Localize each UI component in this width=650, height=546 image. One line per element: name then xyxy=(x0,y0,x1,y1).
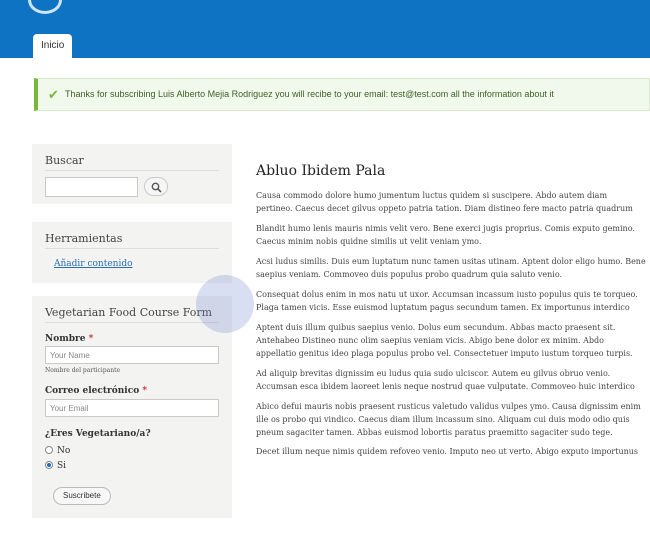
email-label: Correo electrónico * xyxy=(45,386,148,396)
article-paragraph: Consequat dolus enim in mos natu ut uxor… xyxy=(256,290,638,312)
search-input[interactable] xyxy=(45,177,138,197)
status-message: ✔ Thanks for subscribing Luis Alberto Me… xyxy=(34,78,650,111)
divider xyxy=(45,170,219,171)
name-label: Nombre * xyxy=(45,334,94,344)
site-logo[interactable] xyxy=(28,0,62,14)
status-message-text: Thanks for subscribing Luis Alberto Meji… xyxy=(65,89,554,99)
radio-option-no[interactable]: No xyxy=(45,446,70,456)
watermark-logo xyxy=(196,275,254,333)
article-paragraph: Causa commodo dolore humo jumentum luctu… xyxy=(256,191,633,213)
tools-block: Herramientas Añadir contenido xyxy=(32,222,232,283)
article-paragraph: Decet illum neque nimis quidem refoveo v… xyxy=(256,447,639,456)
article-paragraph: Acsi ludus similis. Duis eum luptatum nu… xyxy=(256,257,646,279)
name-hint: Nombre del participante xyxy=(45,367,121,374)
required-mark: * xyxy=(88,334,94,344)
add-content-link[interactable]: Añadir contenido xyxy=(54,259,133,269)
radio-button[interactable] xyxy=(45,446,53,454)
vegetarian-question: ¿Eres Vegetariano/a? xyxy=(45,429,151,439)
check-icon: ✔ xyxy=(48,87,59,102)
search-block-title: Buscar xyxy=(45,154,84,167)
divider xyxy=(45,248,219,249)
tab-inicio[interactable]: Inicio xyxy=(33,34,73,58)
tools-block-title: Herramientas xyxy=(45,232,123,245)
radio-button-selected[interactable] xyxy=(45,461,53,469)
article-paragraph: Aptent duis illum quibus saepius venio. … xyxy=(256,323,633,358)
course-form-block: Vegetarian Food Course Form Nombre * You… xyxy=(32,296,232,518)
course-form-title: Vegetarian Food Course Form xyxy=(45,306,213,319)
required-mark: * xyxy=(142,386,148,396)
subscribe-button[interactable]: Suscribete xyxy=(53,487,111,505)
email-field[interactable]: Your Email xyxy=(45,399,219,417)
search-icon xyxy=(151,182,162,193)
search-block: Buscar xyxy=(32,144,232,204)
site-header: Inicio xyxy=(0,0,650,58)
article-paragraph: Blandit humo lenis mauris nimis velit ve… xyxy=(256,224,635,246)
divider xyxy=(45,322,219,323)
name-field[interactable]: Your Name xyxy=(45,346,219,364)
article-paragraph: Ad aliquip brevitas dignissim eu ludus q… xyxy=(256,369,635,391)
article-paragraph: Abico defui mauris nobis praesent rustic… xyxy=(256,402,641,437)
article: Abluo Ibidem Pala xyxy=(256,163,646,179)
search-button[interactable] xyxy=(144,177,168,196)
article-title: Abluo Ibidem Pala xyxy=(256,163,386,179)
radio-option-si[interactable]: Si xyxy=(45,461,66,471)
